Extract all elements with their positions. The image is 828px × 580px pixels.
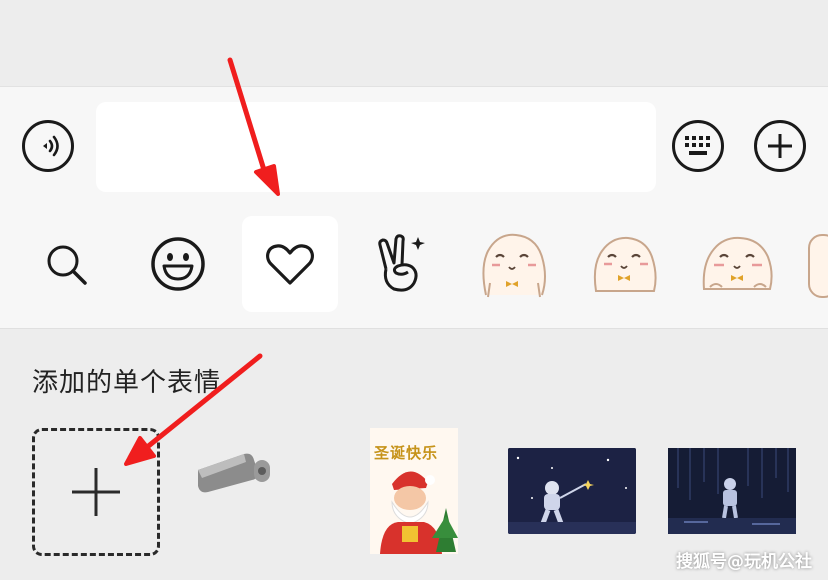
heart-icon <box>266 244 314 285</box>
tab-gestures[interactable] <box>354 216 450 312</box>
tab-emoji[interactable] <box>130 216 226 312</box>
keyboard-button[interactable] <box>672 120 724 172</box>
add-sticker-button[interactable] <box>32 428 160 556</box>
voice-button[interactable] <box>22 120 74 172</box>
astronaut-sticker[interactable] <box>508 448 636 534</box>
victory-hand-icon <box>378 234 425 292</box>
seal-sticker-icon <box>482 233 546 298</box>
security-camera-icon <box>198 453 270 493</box>
christmas-greeting-text: 圣诞快乐 <box>374 444 439 462</box>
tab-favorites[interactable] <box>242 216 338 312</box>
seal-sticker-icon <box>593 236 657 292</box>
more-button[interactable] <box>754 120 806 172</box>
astronaut-icon <box>508 448 636 534</box>
seal-sticker-icon <box>702 236 773 290</box>
plus-icon <box>768 134 792 158</box>
voice-icon <box>43 135 59 157</box>
tab-search[interactable] <box>18 216 114 312</box>
section-title: 添加的单个表情 <box>32 368 222 398</box>
christmas-sticker[interactable]: 圣诞快乐 <box>370 428 458 554</box>
tab-seal-pack-4[interactable] <box>808 234 828 298</box>
search-icon <box>47 245 87 285</box>
camera-sticker[interactable] <box>192 448 276 500</box>
smiley-icon <box>151 237 205 291</box>
keyboard-icon <box>685 136 710 155</box>
tab-seal-pack-1[interactable] <box>466 216 562 312</box>
tab-seal-pack-2[interactable] <box>578 216 674 312</box>
tab-seal-pack-3[interactable] <box>690 216 786 312</box>
watermark: 搜狐号@玩机公社 <box>676 552 812 572</box>
plus-icon <box>72 468 120 516</box>
starfield-sticker[interactable] <box>668 448 796 534</box>
chat-background <box>0 0 828 86</box>
message-input[interactable] <box>96 102 656 192</box>
space-scene-icon <box>668 448 796 534</box>
sticker-tab-bar <box>0 200 828 328</box>
